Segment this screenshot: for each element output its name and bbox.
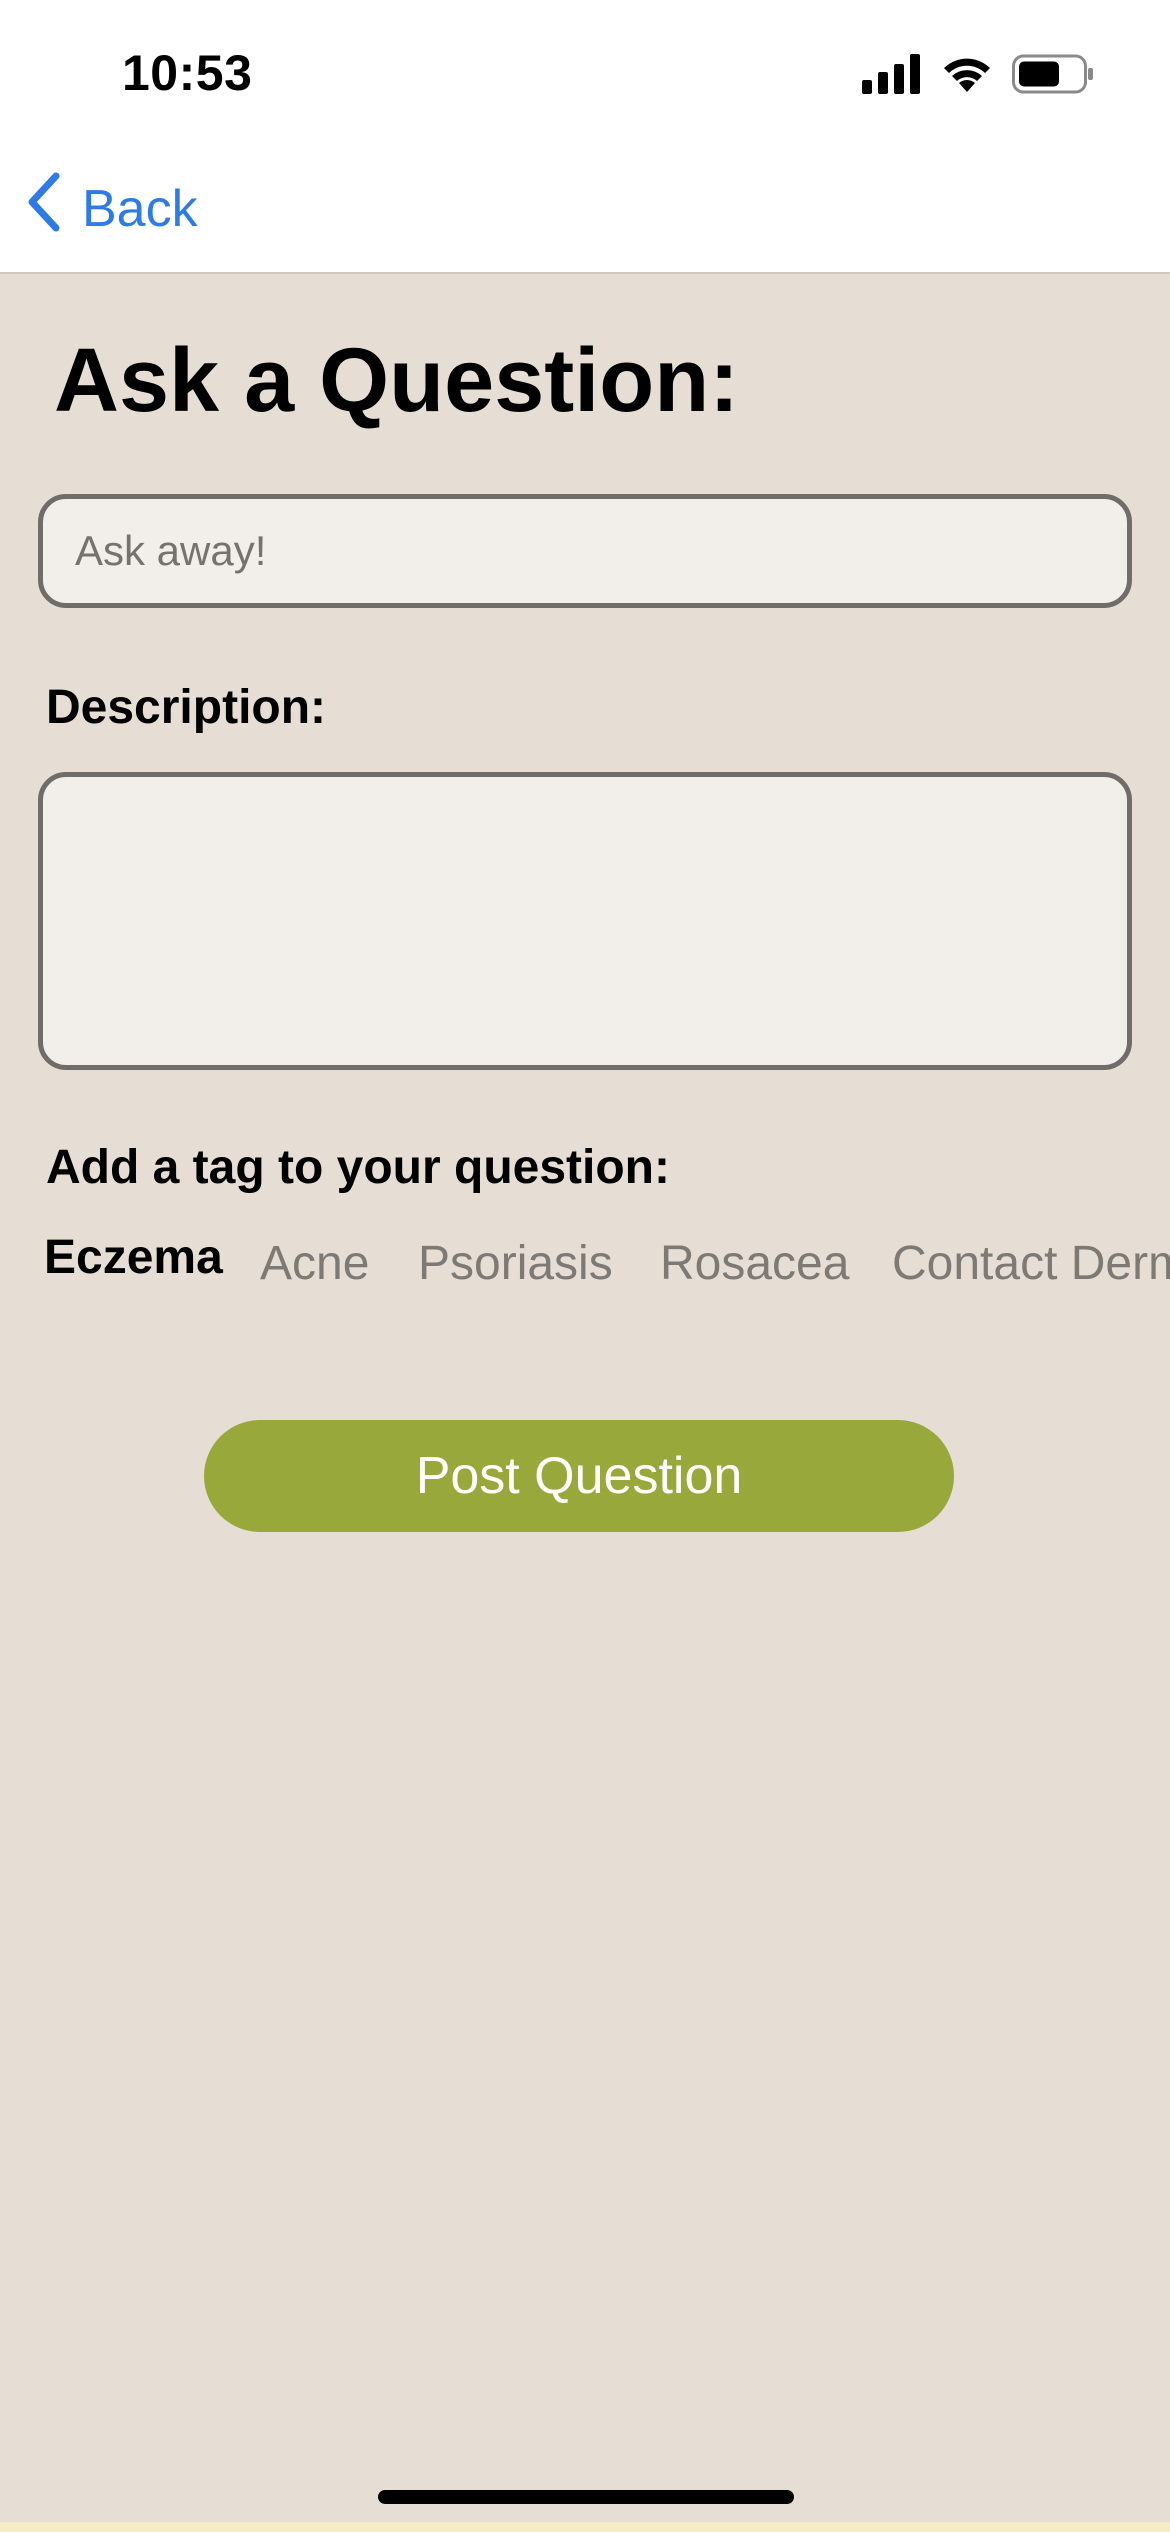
status-bar: 10:53 <box>0 0 1170 150</box>
tag-acne[interactable]: Acne <box>260 1236 369 1291</box>
tag-rosacea[interactable]: Rosacea <box>660 1236 849 1291</box>
back-button[interactable]: Back <box>26 172 198 245</box>
wifi-icon <box>940 54 994 99</box>
post-question-button[interactable]: Post Question <box>204 1420 954 1532</box>
cellular-signal-icon <box>862 54 922 99</box>
tag-section-label: Add a tag to your question: <box>46 1141 670 1194</box>
navigation-bar: Back <box>0 150 1170 274</box>
tag-eczema[interactable]: Eczema <box>44 1236 223 1285</box>
back-label: Back <box>82 179 198 238</box>
description-field[interactable] <box>38 772 1132 1070</box>
status-icons <box>862 54 1094 99</box>
bottom-strip <box>0 2522 1170 2532</box>
tag-contact-derm[interactable]: Contact Derm <box>892 1236 1170 1291</box>
page-title: Ask a Question: <box>54 331 740 431</box>
battery-icon <box>1012 54 1094 99</box>
status-time: 10:53 <box>122 45 253 101</box>
question-input[interactable] <box>38 494 1132 608</box>
tag-psoriasis[interactable]: Psoriasis <box>418 1236 613 1291</box>
description-label: Description: <box>46 681 327 734</box>
tag-selector: Eczema Acne Psoriasis Rosacea Contact De… <box>44 1236 1170 1316</box>
home-indicator[interactable] <box>378 2490 794 2504</box>
chevron-left-icon <box>26 172 62 245</box>
